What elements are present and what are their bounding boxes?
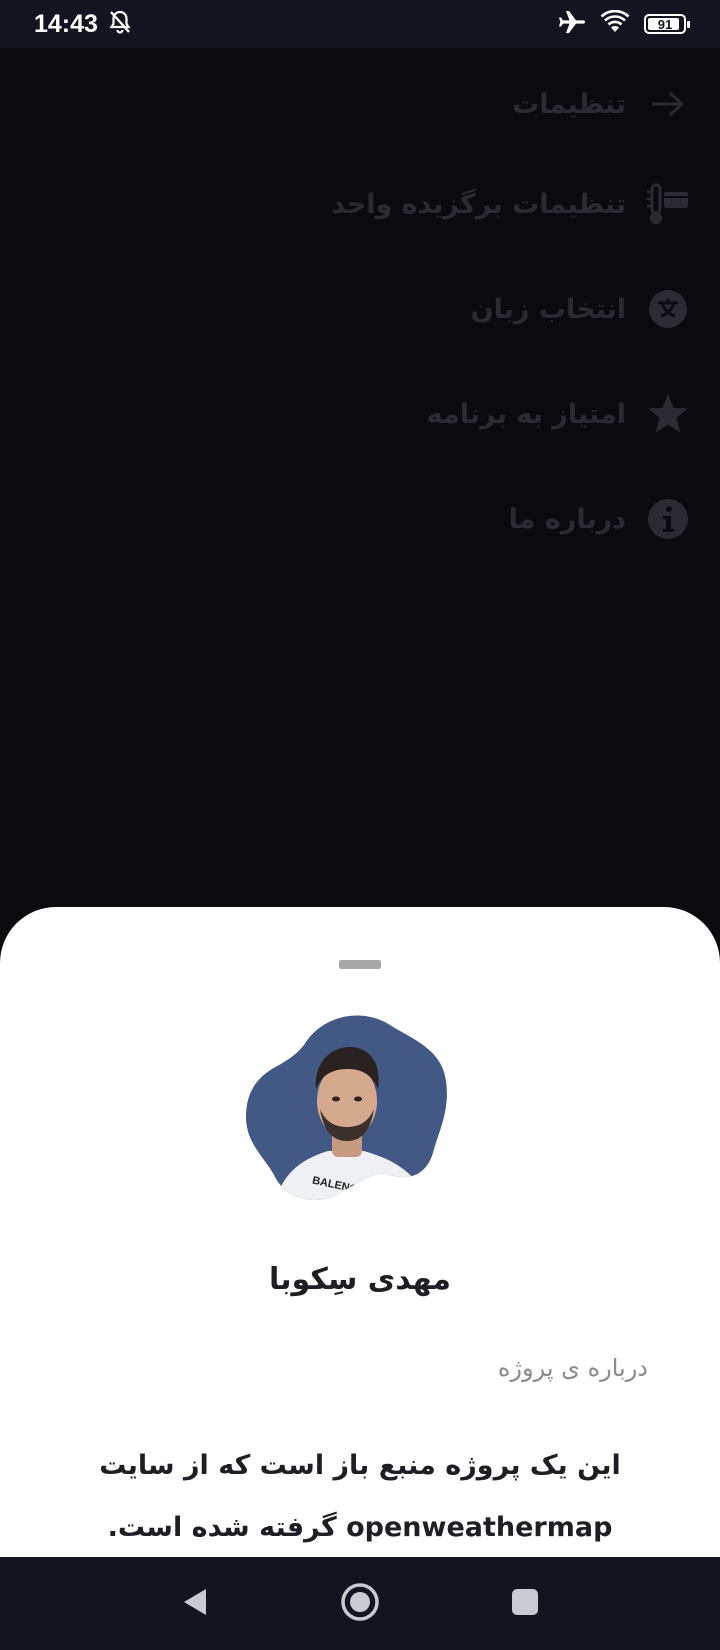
status-time: 14:43 [34,9,98,38]
drag-handle[interactable] [339,960,381,969]
about-bottom-sheet: BALENCIAGA مهدی سِکوبا درباره ی پروژه ای… [0,907,720,1557]
battery-icon: 91 [644,14,690,34]
status-left: 14:43 [34,9,132,39]
thermometer-units-icon [646,182,690,226]
settings-row-rate[interactable]: امتیاز به برنامه [30,379,690,449]
back-button[interactable] [170,1579,220,1629]
section-label: درباره ی پروژه [497,1354,648,1382]
navigation-bar [0,1557,720,1650]
airplane-icon [558,9,586,39]
project-description: این یک پروژه منبع باز است که از سایت ope… [99,1450,621,1543]
avatar: BALENCIAGA [244,1009,450,1209]
settings-label: انتخاب زبان [470,293,626,325]
settings-label: تنظیمات برگزیده واحد [331,188,626,220]
settings-label: درباره ما [508,503,626,535]
settings-row-units[interactable]: تنظیمات برگزیده واحد [30,169,690,239]
settings-row-language[interactable]: انتخاب زبان [30,274,690,344]
settings-label: امتیاز به برنامه [426,398,626,430]
recents-icon [510,1587,540,1621]
wifi-icon [600,9,630,38]
translate-icon [646,287,690,331]
recents-button[interactable] [500,1579,550,1629]
arrow-right-icon [646,82,690,126]
settings-row-about[interactable]: درباره ما [30,484,690,554]
info-icon [646,497,690,541]
settings-label: تنظیمات [512,88,626,120]
battery-text: 91 [657,16,673,32]
status-bar: 14:43 91 [0,0,720,48]
developer-name: مهدی سِکوبا [269,1262,451,1297]
star-icon [646,392,690,436]
home-icon [339,1581,381,1627]
settings-row-settings[interactable]: تنظیمات [30,69,690,139]
back-icon [180,1586,210,1622]
settings-screen: تنظیمات تنظیمات برگزیده واحد انتخاب زبان [0,48,720,908]
bell-off-icon [108,9,132,39]
home-button[interactable] [335,1579,385,1629]
status-right: 91 [558,9,690,39]
